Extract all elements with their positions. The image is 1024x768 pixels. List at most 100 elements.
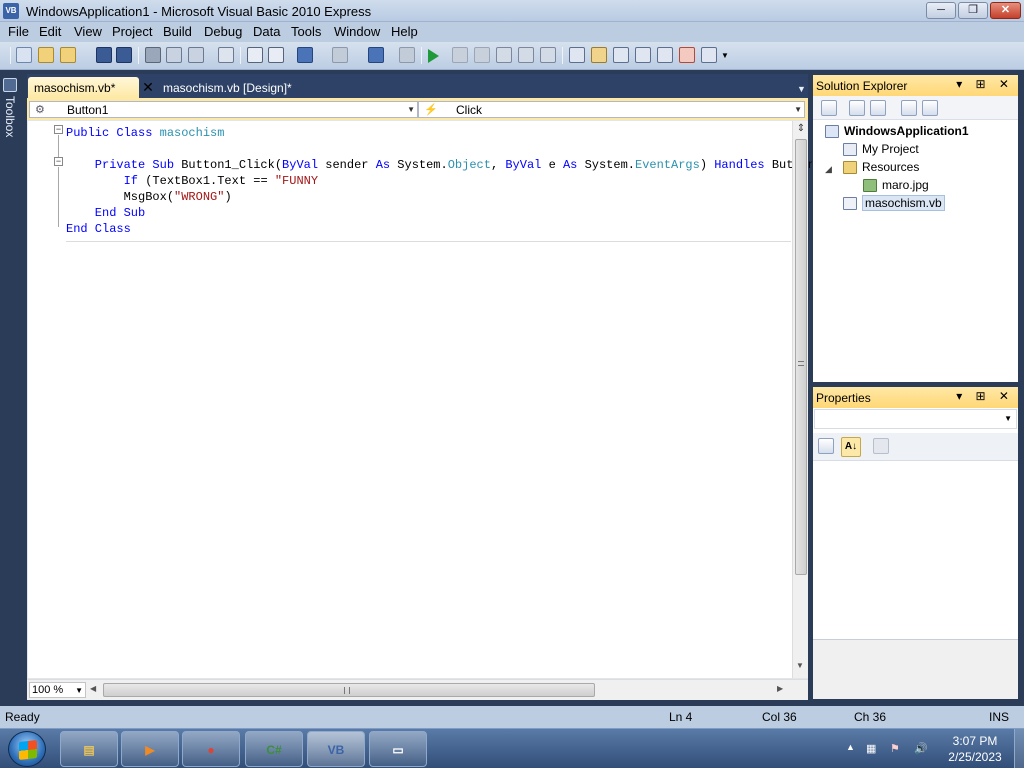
find-icon[interactable] [218,47,234,63]
scroll-left-icon[interactable]: ◀ [90,684,96,693]
database-explorer-icon[interactable] [613,47,629,63]
scroll-down-icon[interactable]: ▼ [796,661,804,670]
object-browser-icon[interactable] [657,47,673,63]
view-code-icon[interactable] [901,100,917,116]
navigate-backward-icon[interactable] [368,47,384,63]
toolbox-pin-icon[interactable] [3,78,17,92]
expand-arrow-icon[interactable]: ◢ [825,164,832,175]
taskbar-vb-express[interactable]: VB [307,731,365,767]
taskbar-window[interactable]: ▭ [369,731,427,767]
chevron-down-icon[interactable]: ▼ [75,686,83,695]
categorized-icon[interactable] [818,438,834,454]
property-pages-icon[interactable] [873,438,889,454]
tab-masochism-vb[interactable]: masochism.vb* [28,77,139,98]
toolbox-tab[interactable]: Toolbox [3,96,17,137]
toolbar-grip[interactable] [10,47,11,64]
toolbox-icon[interactable] [635,47,651,63]
code-line[interactable] [66,141,815,157]
scroll-right-icon[interactable]: ▶ [777,684,783,693]
toolbar-options-icon[interactable]: ▼ [721,51,729,67]
menu-data[interactable]: Data [253,24,280,39]
chevron-down-icon[interactable]: ▼ [1004,414,1012,423]
code-editor[interactable]: − − Public Class masochism Private Sub B… [27,120,815,679]
copy-icon[interactable] [166,47,182,63]
taskbar-chrome[interactable]: ● [182,731,240,767]
code-line[interactable]: Private Sub Button1_Click(ByVal sender A… [66,157,815,173]
action-center-icon[interactable]: ⚑ [890,742,904,756]
menu-edit[interactable]: Edit [39,24,61,39]
menu-view[interactable]: View [74,24,102,39]
save-all-icon[interactable] [116,47,132,63]
taskbar-csharp-express[interactable]: C# [245,731,303,767]
menu-debug[interactable]: Debug [204,24,242,39]
tree-item-maro-jpg[interactable]: maro.jpg [863,178,929,196]
cut-icon[interactable] [145,47,161,63]
step-into-icon[interactable] [496,47,512,63]
uncomment-icon[interactable] [268,47,284,63]
tree-item-solution[interactable]: WindowsApplication1 [825,124,969,142]
close-tab-icon[interactable]: ✕ [141,77,155,98]
taskbar-explorer[interactable]: ▤ [60,731,118,767]
solution-explorer-icon[interactable] [569,47,585,63]
pause-icon[interactable] [452,47,468,63]
network-icon[interactable]: ▦ [866,742,880,756]
class-name-dropdown[interactable]: ⚙ Button1 ▼ [29,101,418,118]
chevron-down-icon[interactable]: ▼ [407,105,415,114]
vertical-scroll-thumb[interactable] [795,139,807,575]
undo-icon[interactable] [297,47,313,63]
properties-window-icon[interactable] [591,47,607,63]
menu-tools[interactable]: Tools [291,24,321,39]
show-hidden-icons-icon[interactable]: ▲ [846,742,860,756]
collapse-class-icon[interactable]: − [54,125,63,134]
taskbar-media-player[interactable]: ▶ [121,731,179,767]
open-file-icon[interactable] [38,47,54,63]
code-line[interactable]: End Class [66,221,815,237]
start-button[interactable] [8,731,46,767]
maximize-button[interactable]: ❐ [958,2,988,19]
add-item-icon[interactable] [60,47,76,63]
tab-masochism-design[interactable]: masochism.vb [Design]* [157,77,327,98]
show-all-files-icon[interactable] [849,100,865,116]
comment-icon[interactable] [247,47,263,63]
menu-project[interactable]: Project [112,24,152,39]
object-selector-dropdown[interactable]: ▼ [814,409,1017,429]
clock[interactable]: 3:07 PM 2/25/2023 [940,733,1010,765]
show-desktop-button[interactable] [1014,729,1024,768]
close-window-button[interactable]: ✕ [990,2,1021,19]
stop-debugging-icon[interactable] [474,47,490,63]
start-page-icon[interactable] [701,47,717,63]
panel-window-buttons[interactable]: ▾ ⊞ ✕ [956,77,1014,91]
paste-icon[interactable] [188,47,204,63]
refresh-icon[interactable] [870,100,886,116]
view-designer-icon[interactable] [922,100,938,116]
menu-window[interactable]: Window [334,24,380,39]
panel-window-buttons[interactable]: ▾ ⊞ ✕ [956,389,1014,403]
split-window-icon[interactable]: ⇕ [795,123,807,135]
navigate-forward-icon[interactable] [399,47,415,63]
menu-file[interactable]: File [8,24,29,39]
properties-icon[interactable] [821,100,837,116]
redo-icon[interactable] [332,47,348,63]
code-line[interactable]: Public Class masochism [66,125,815,141]
new-project-icon[interactable] [16,47,32,63]
horizontal-scroll-thumb[interactable] [103,683,595,697]
tree-item-masochism-vb[interactable]: masochism.vb [843,195,945,214]
volume-icon[interactable]: 🔊 [914,742,928,756]
tree-item-my-project[interactable]: My Project [843,142,919,160]
save-icon[interactable] [96,47,112,63]
step-over-icon[interactable] [518,47,534,63]
code-line[interactable]: End Sub [66,205,815,221]
chevron-down-icon[interactable]: ▼ [794,105,802,114]
menu-build[interactable]: Build [163,24,192,39]
step-out-icon[interactable] [540,47,556,63]
code-line[interactable]: MsgBox("WRONG") [66,189,815,205]
tabs-dropdown-icon[interactable]: ▼ [791,77,806,98]
collapse-sub-icon[interactable]: − [54,157,63,166]
zoom-dropdown[interactable]: 100 % ▼ [29,682,86,698]
menu-help[interactable]: Help [391,24,418,39]
alphabetical-sort-icon[interactable]: A↓ [841,437,861,457]
error-list-icon[interactable] [679,47,695,63]
method-name-dropdown[interactable]: ⚡ Click ▼ [418,101,805,118]
minimize-button[interactable]: ─ [926,2,956,19]
vb-app-icon[interactable]: VB [3,3,19,19]
